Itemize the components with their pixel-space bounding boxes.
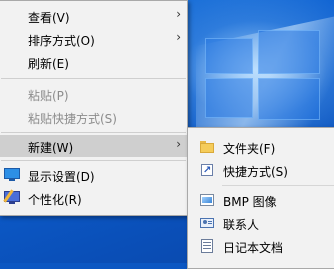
wallpaper-window-pane	[258, 30, 320, 74]
menu-item-refresh[interactable]: 刷新(E)	[0, 51, 187, 73]
menu-item-paste: 粘贴(P)	[0, 83, 187, 105]
menu-item-label: 粘贴(P)	[28, 89, 69, 103]
menu-item-label: 新建(W)	[28, 141, 74, 155]
contact-icon	[200, 216, 214, 230]
menu-separator	[1, 132, 186, 133]
submenu-item-label: 快捷方式(S)	[223, 165, 288, 179]
menu-separator	[1, 78, 186, 79]
chevron-right-icon: ›	[176, 137, 181, 151]
menu-separator	[1, 160, 186, 161]
menu-item-label: 个性化(R)	[28, 193, 82, 207]
submenu-item-shortcut[interactable]: ↗ 快捷方式(S)	[188, 159, 334, 181]
new-submenu: 文件夹(F) ↗ 快捷方式(S) BMP 图像 联系人 日记本文档	[187, 127, 334, 269]
personalize-icon	[3, 189, 20, 205]
menu-item-label: 刷新(E)	[28, 57, 69, 71]
submenu-item-label: 日记本文档	[223, 241, 284, 255]
wallpaper-window-pane	[205, 78, 253, 118]
menu-separator	[222, 185, 334, 186]
submenu-item-folder[interactable]: 文件夹(F)	[188, 136, 334, 158]
submenu-item-label: BMP 图像	[223, 195, 277, 209]
submenu-item-label: 文件夹(F)	[223, 142, 276, 156]
wallpaper-window-pane	[205, 38, 253, 74]
submenu-item-journal-document[interactable]: 日记本文档	[188, 235, 334, 257]
bitmap-image-icon	[200, 193, 214, 207]
menu-item-sort-by[interactable]: 排序方式(O) ›	[0, 28, 187, 50]
menu-item-view[interactable]: 查看(V) ›	[0, 5, 187, 27]
journal-document-icon	[200, 239, 214, 253]
wallpaper-window-pane	[258, 78, 320, 120]
menu-item-display-settings[interactable]: 显示设置(D)	[0, 164, 187, 186]
folder-icon	[200, 140, 214, 154]
menu-item-label: 查看(V)	[28, 11, 70, 25]
chevron-right-icon: ›	[176, 7, 181, 21]
submenu-item-label: 联系人	[223, 218, 260, 232]
chevron-right-icon: ›	[176, 30, 181, 44]
submenu-item-bmp-image[interactable]: BMP 图像	[188, 189, 334, 211]
menu-item-label: 排序方式(O)	[28, 34, 95, 48]
menu-item-label: 显示设置(D)	[28, 170, 95, 184]
menu-item-personalize[interactable]: 个性化(R)	[0, 187, 187, 209]
submenu-item-contact[interactable]: 联系人	[188, 212, 334, 234]
display-settings-icon	[4, 168, 20, 182]
desktop-context-menu: 查看(V) › 排序方式(O) › 刷新(E) 粘贴(P) 粘贴快捷方式(S) …	[0, 0, 188, 216]
shortcut-icon: ↗	[201, 164, 213, 176]
menu-item-label: 粘贴快捷方式(S)	[28, 112, 117, 126]
menu-item-paste-shortcut: 粘贴快捷方式(S)	[0, 106, 187, 128]
menu-item-new[interactable]: 新建(W) ›	[0, 135, 187, 157]
